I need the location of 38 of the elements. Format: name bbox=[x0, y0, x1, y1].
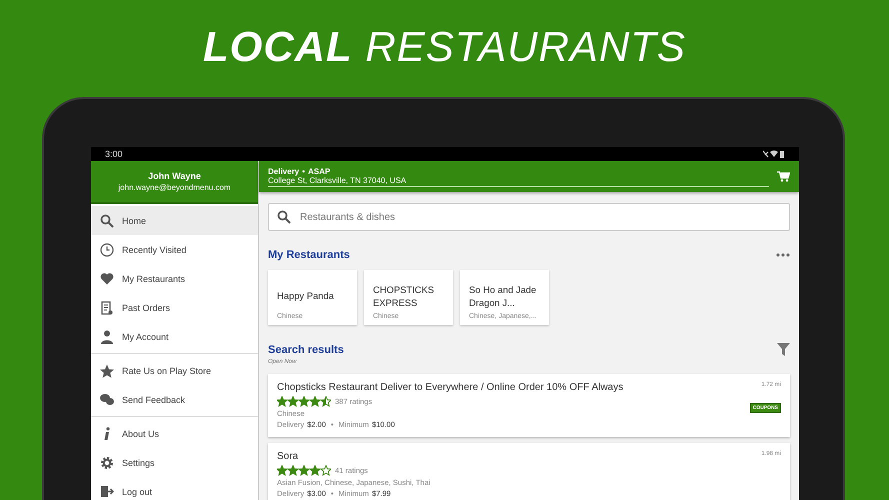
drawer-item[interactable]: Send Feedback bbox=[91, 385, 258, 414]
restaurant-name: Chopsticks Restaurant Deliver to Everywhere / Online Order 10% OFF Always bbox=[277, 382, 624, 393]
search-field[interactable]: Restaurants & dishes bbox=[268, 203, 790, 231]
section-title: My Restaurants bbox=[268, 249, 350, 261]
cart-icon[interactable] bbox=[777, 171, 790, 182]
logout-icon bbox=[100, 485, 114, 498]
drawer-item[interactable]: My Restaurants bbox=[91, 264, 258, 293]
user-email: john.wayne@beyondmenu.com bbox=[118, 183, 231, 192]
banner-title: LOCAL RESTAURANTS bbox=[203, 22, 686, 72]
restaurant-name: Happy Panda bbox=[277, 289, 335, 303]
star-icon bbox=[100, 364, 114, 378]
drawer-item[interactable]: About Us bbox=[91, 419, 258, 448]
search-icon bbox=[100, 214, 114, 228]
clock-icon bbox=[100, 242, 114, 256]
restaurant-name: CHOPSTICKS EXPRESS bbox=[373, 282, 435, 310]
drawer-item[interactable]: Past Orders bbox=[91, 293, 258, 322]
drawer-item[interactable]: Home bbox=[91, 206, 258, 235]
restaurant-name: Sora bbox=[277, 451, 300, 462]
heart-icon bbox=[100, 272, 114, 285]
address-selector[interactable]: Delivery • ASAP College St, Clarksville, TN 37040, USA bbox=[268, 166, 769, 186]
filter-icon[interactable] bbox=[777, 343, 790, 356]
drawer-item[interactable]: My Account bbox=[91, 322, 258, 351]
drawer-item[interactable]: Log out bbox=[91, 477, 258, 500]
chat-bubbles-icon bbox=[100, 393, 114, 406]
info-icon bbox=[102, 426, 110, 440]
receipt-icon bbox=[100, 300, 112, 314]
user-name: John Wayne bbox=[148, 171, 201, 181]
person-icon bbox=[100, 330, 112, 344]
drawer-item[interactable]: Rate Us on Play Store bbox=[91, 356, 258, 385]
drawer-item[interactable]: Recently Visited bbox=[91, 235, 258, 264]
search-icon bbox=[277, 210, 291, 224]
section-title: Search results bbox=[268, 344, 344, 356]
restaurant-name: So Ho and Jade Dragon J... bbox=[469, 282, 538, 310]
status-icons bbox=[763, 150, 785, 158]
settings-icon bbox=[100, 456, 114, 470]
status-time: 3:00 bbox=[105, 149, 123, 159]
drawer-item[interactable]: Settings bbox=[91, 448, 258, 477]
more-icon[interactable] bbox=[776, 253, 790, 257]
